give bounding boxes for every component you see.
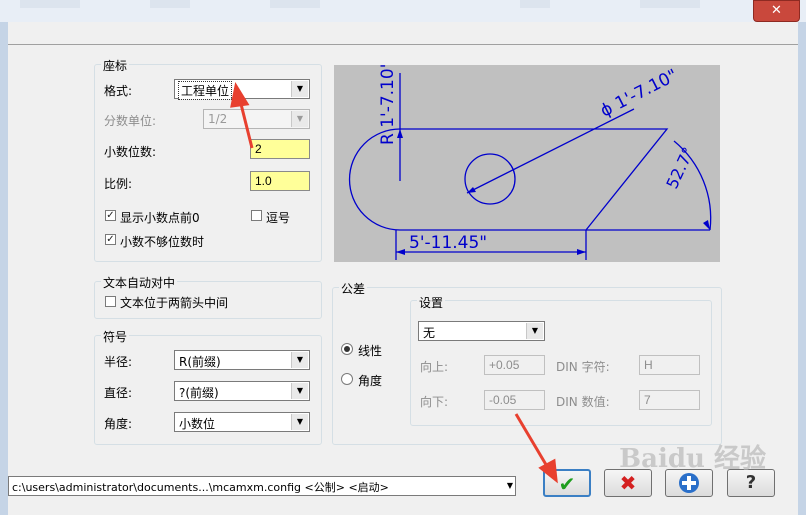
tolerance-settings-title: 设置: [417, 294, 446, 311]
din-char-input: [639, 355, 700, 375]
comma-label: 逗号: [266, 211, 291, 225]
angle-label: 角度:: [104, 417, 133, 431]
upper-tolerance-label: 向上:: [420, 360, 449, 374]
chevron-down-icon: ▼: [291, 81, 308, 97]
decimals-label: 小数位数:: [104, 145, 157, 159]
format-label: 格式:: [104, 84, 133, 98]
din-num-label: DIN 数值:: [556, 395, 610, 409]
text-center-group-title: 文本自动对中: [101, 274, 178, 291]
format-value: 工程单位: [177, 81, 233, 100]
window-frame-right: [798, 22, 806, 515]
scale-label: 比例:: [104, 177, 133, 191]
comma-checkbox[interactable]: [251, 210, 262, 221]
length-dim-text: 5'-11.45": [409, 233, 487, 253]
close-icon: ✕: [771, 3, 782, 18]
radius-dim-text: R 1'-7.10": [378, 65, 398, 145]
tolerance-group-title: 公差: [339, 280, 368, 297]
close-window-button[interactable]: ✕: [753, 0, 800, 22]
radius-label: 半径:: [104, 355, 133, 369]
coords-group-title: 座标: [101, 57, 130, 74]
window-title-bar: [0, 0, 806, 22]
upper-tolerance-input: [484, 355, 545, 375]
format-dropdown[interactable]: 工程单位 ▼: [174, 79, 310, 100]
dialog-separator: [8, 44, 798, 45]
din-num-input: [639, 390, 700, 410]
radio-selected-dot: [344, 346, 350, 352]
chevron-down-icon: ▼: [291, 352, 308, 368]
din-char-label: DIN 字符:: [556, 360, 610, 374]
dimension-preview: R 1'-7.10" ϕ 1'-7.10" 52.7° 5'-11.45": [334, 60, 720, 262]
watermark: Baidu 经验: [619, 444, 766, 474]
arrowhead: [396, 249, 405, 255]
radius-dropdown[interactable]: R(前缀) ▼: [174, 350, 310, 370]
chevron-down-icon: ▼: [291, 383, 308, 399]
arrowhead: [577, 249, 586, 255]
fraction-unit-value: 1/2: [208, 112, 228, 126]
show-leading-zero-label: 显示小数点前0: [120, 211, 200, 225]
lower-tolerance-input: [484, 390, 545, 410]
arrowhead: [467, 187, 476, 193]
angle-dropdown[interactable]: 小数位 ▼: [174, 412, 310, 432]
config-path-value: c:\users\administrator\documents...\mcam…: [12, 481, 389, 494]
lower-tolerance-label: 向下:: [420, 395, 449, 409]
checkmark-icon: ✔: [558, 472, 576, 496]
text-between-arrows-checkbox[interactable]: [105, 296, 116, 307]
tolerance-mode-dropdown[interactable]: 无 ▼: [418, 321, 545, 341]
angle-value: 小数位: [179, 417, 216, 431]
tolerance-mode-value: 无: [423, 326, 436, 340]
arrowhead: [703, 220, 710, 230]
ok-button[interactable]: ✔: [543, 469, 591, 497]
chevron-down-icon: ▼: [526, 323, 543, 339]
diameter-label: 直径:: [104, 386, 133, 400]
window-frame-left: [0, 22, 8, 515]
fraction-unit-dropdown: 1/2 ▼: [203, 109, 310, 129]
chevron-down-icon: ▼: [291, 111, 308, 127]
radius-value: R(前缀): [179, 355, 221, 369]
diameter-value: ?(前缀): [179, 386, 219, 400]
diameter-dropdown[interactable]: ?(前缀) ▼: [174, 381, 310, 401]
preview-drawing: R 1'-7.10" ϕ 1'-7.10" 52.7° 5'-11.45": [348, 60, 712, 260]
linear-label: 线性: [358, 344, 383, 358]
fraction-unit-label: 分数单位:: [104, 114, 157, 128]
decimals-input[interactable]: [250, 139, 310, 159]
trailing-zeros-checkbox[interactable]: ✓: [105, 234, 116, 245]
diameter-dim-text: ϕ 1'-7.10": [597, 66, 681, 122]
show-leading-zero-checkbox[interactable]: ✓: [105, 210, 116, 221]
diameter-leader: [466, 108, 635, 194]
symbol-group-title: 符号: [101, 328, 130, 345]
chevron-down-icon: ▼: [291, 414, 308, 430]
angle-dim-text: 52.7°: [662, 144, 698, 192]
text-between-arrows-label: 文本位于两箭头中间: [120, 296, 229, 310]
angular-label: 角度: [358, 374, 383, 388]
linear-radio[interactable]: [341, 343, 353, 355]
config-path-dropdown[interactable]: c:\users\administrator\documents...\mcam…: [8, 476, 516, 496]
angular-radio[interactable]: [341, 373, 353, 385]
hole-circle: [464, 153, 516, 205]
scale-input[interactable]: [250, 171, 310, 191]
chevron-down-icon: ▼: [506, 481, 513, 490]
trailing-zeros-label: 小数不够位数时: [120, 235, 205, 249]
